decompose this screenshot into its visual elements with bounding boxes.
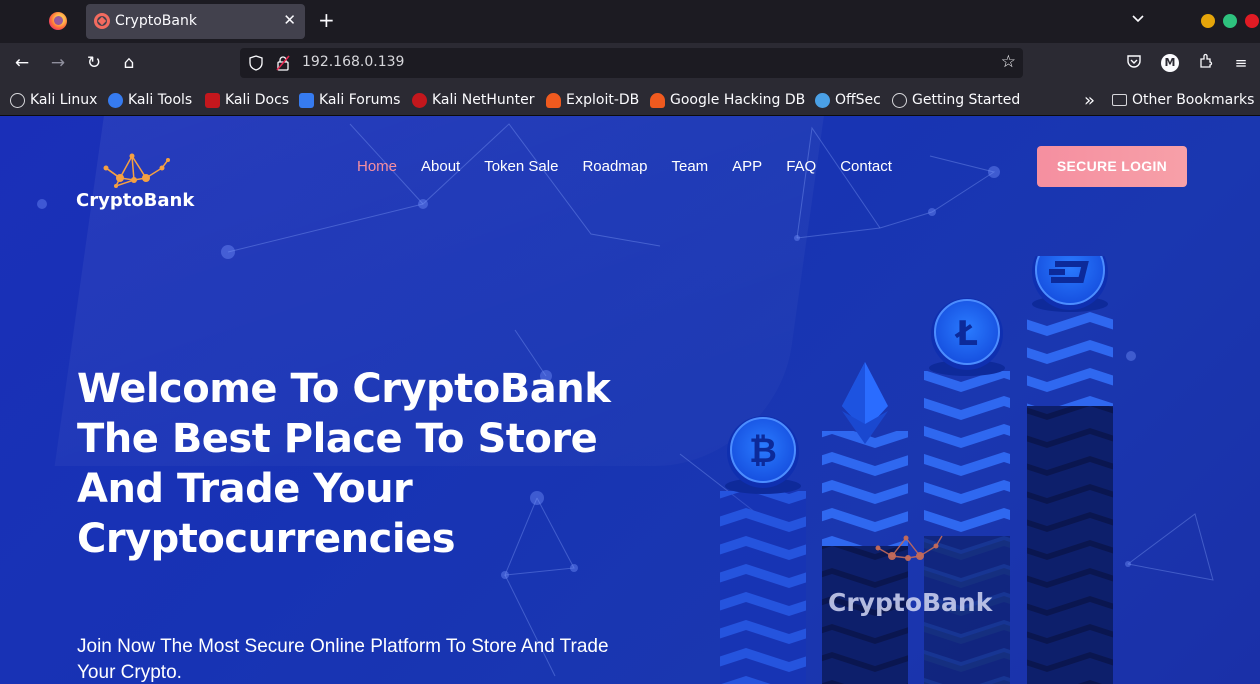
web-page: CryptoBank Home About Token Sale Roadmap… <box>0 116 1260 684</box>
exploit-db-icon <box>546 92 561 108</box>
chevron-down-icon[interactable] <box>1130 10 1146 26</box>
extensions-icon[interactable] <box>1196 53 1216 73</box>
bookmark-getting-started[interactable]: Getting Started <box>892 91 1020 109</box>
illustration-brand-text: CryptoBank <box>828 588 993 617</box>
site-logo-text[interactable]: CryptoBank <box>76 190 194 211</box>
pocket-icon[interactable] <box>1124 53 1144 73</box>
close-window-button[interactable] <box>1245 14 1259 28</box>
reload-button[interactable]: ↻ <box>82 51 106 75</box>
bitcoin-coin-icon: ₿ <box>725 416 801 494</box>
shield-icon[interactable] <box>249 55 263 71</box>
bookmark-kali-linux[interactable]: Kali Linux <box>10 91 97 109</box>
globe-icon <box>892 92 907 108</box>
main-menu: Home About Token Sale Roadmap Team APP F… <box>357 158 916 175</box>
litecoin-coin-icon: Ł <box>929 298 1005 376</box>
crypto-stacks-illustration: ₿ Ł <box>720 256 1113 684</box>
menu-item-about[interactable]: About <box>421 158 460 175</box>
account-avatar[interactable]: M <box>1161 54 1179 72</box>
bookmark-kali-forums[interactable]: Kali Forums <box>299 91 400 109</box>
kali-dragon-icon <box>10 92 25 108</box>
other-bookmarks[interactable]: Other Bookmarks <box>1112 91 1254 109</box>
close-tab-icon[interactable]: ✕ <box>283 11 296 29</box>
kali-forums-icon <box>299 92 314 108</box>
offsec-icon <box>815 92 830 108</box>
firefox-icon[interactable] <box>49 12 67 30</box>
back-button[interactable]: ← <box>10 51 34 75</box>
new-tab-button[interactable]: + <box>318 8 335 32</box>
dash-coin-icon <box>1032 256 1108 312</box>
svg-text:Ł: Ł <box>954 314 978 354</box>
tab-title: CryptoBank <box>115 13 197 29</box>
menu-item-team[interactable]: Team <box>671 158 708 175</box>
folder-icon <box>1112 94 1127 106</box>
hero-subheadline: Join Now The Most Secure Online Platform… <box>77 636 609 683</box>
kali-tools-icon <box>108 92 123 108</box>
bookmark-google-hacking-db[interactable]: Google Hacking DB <box>650 91 805 109</box>
kali-docs-icon <box>205 92 220 108</box>
menu-item-roadmap[interactable]: Roadmap <box>582 158 647 175</box>
tab-strip: CryptoBank ✕ + <box>0 0 1260 43</box>
bookmark-offsec[interactable]: OffSec <box>815 91 881 109</box>
hero-headline: Welcome To CryptoBank The Best Place To … <box>77 366 611 562</box>
forward-button[interactable]: → <box>46 51 70 75</box>
menu-item-token-sale[interactable]: Token Sale <box>484 158 558 175</box>
bookmark-kali-nethunter[interactable]: Kali NetHunter <box>412 91 534 109</box>
menu-item-contact[interactable]: Contact <box>840 158 892 175</box>
url-text[interactable]: 192.168.0.139 <box>302 54 404 70</box>
url-bar[interactable]: 192.168.0.139 ☆ <box>240 48 1023 78</box>
home-button[interactable]: ⌂ <box>117 51 141 75</box>
bookmark-kali-tools[interactable]: Kali Tools <box>108 91 192 109</box>
bookmarks-toolbar: Kali Linux Kali Tools Kali Docs Kali For… <box>0 83 1260 116</box>
menu-item-home[interactable]: Home <box>357 158 397 175</box>
insecure-lock-icon[interactable] <box>276 55 290 71</box>
bookmark-exploit-db[interactable]: Exploit-DB <box>546 91 639 109</box>
bookmark-kali-docs[interactable]: Kali Docs <box>205 91 289 109</box>
maximize-button[interactable] <box>1223 14 1237 28</box>
kali-nethunter-icon <box>412 92 427 108</box>
cryptobank-favicon-icon <box>94 13 110 29</box>
menu-item-faq[interactable]: FAQ <box>786 158 816 175</box>
bookmark-star-icon[interactable]: ☆ <box>1001 52 1016 72</box>
minimize-button[interactable] <box>1201 14 1215 28</box>
ghdb-icon <box>650 92 665 108</box>
menu-item-app[interactable]: APP <box>732 158 762 175</box>
tab-cryptobank[interactable]: CryptoBank ✕ <box>86 4 305 39</box>
secure-login-button[interactable]: SECURE LOGIN <box>1037 146 1187 187</box>
hamburger-menu-icon[interactable]: ≡ <box>1231 53 1251 73</box>
navigation-toolbar: ← → ↻ ⌂ 192.168.0.139 ☆ M ≡ <box>0 43 1260 83</box>
bookmarks-overflow-button[interactable]: » <box>1084 90 1095 111</box>
svg-text:₿: ₿ <box>749 431 777 471</box>
